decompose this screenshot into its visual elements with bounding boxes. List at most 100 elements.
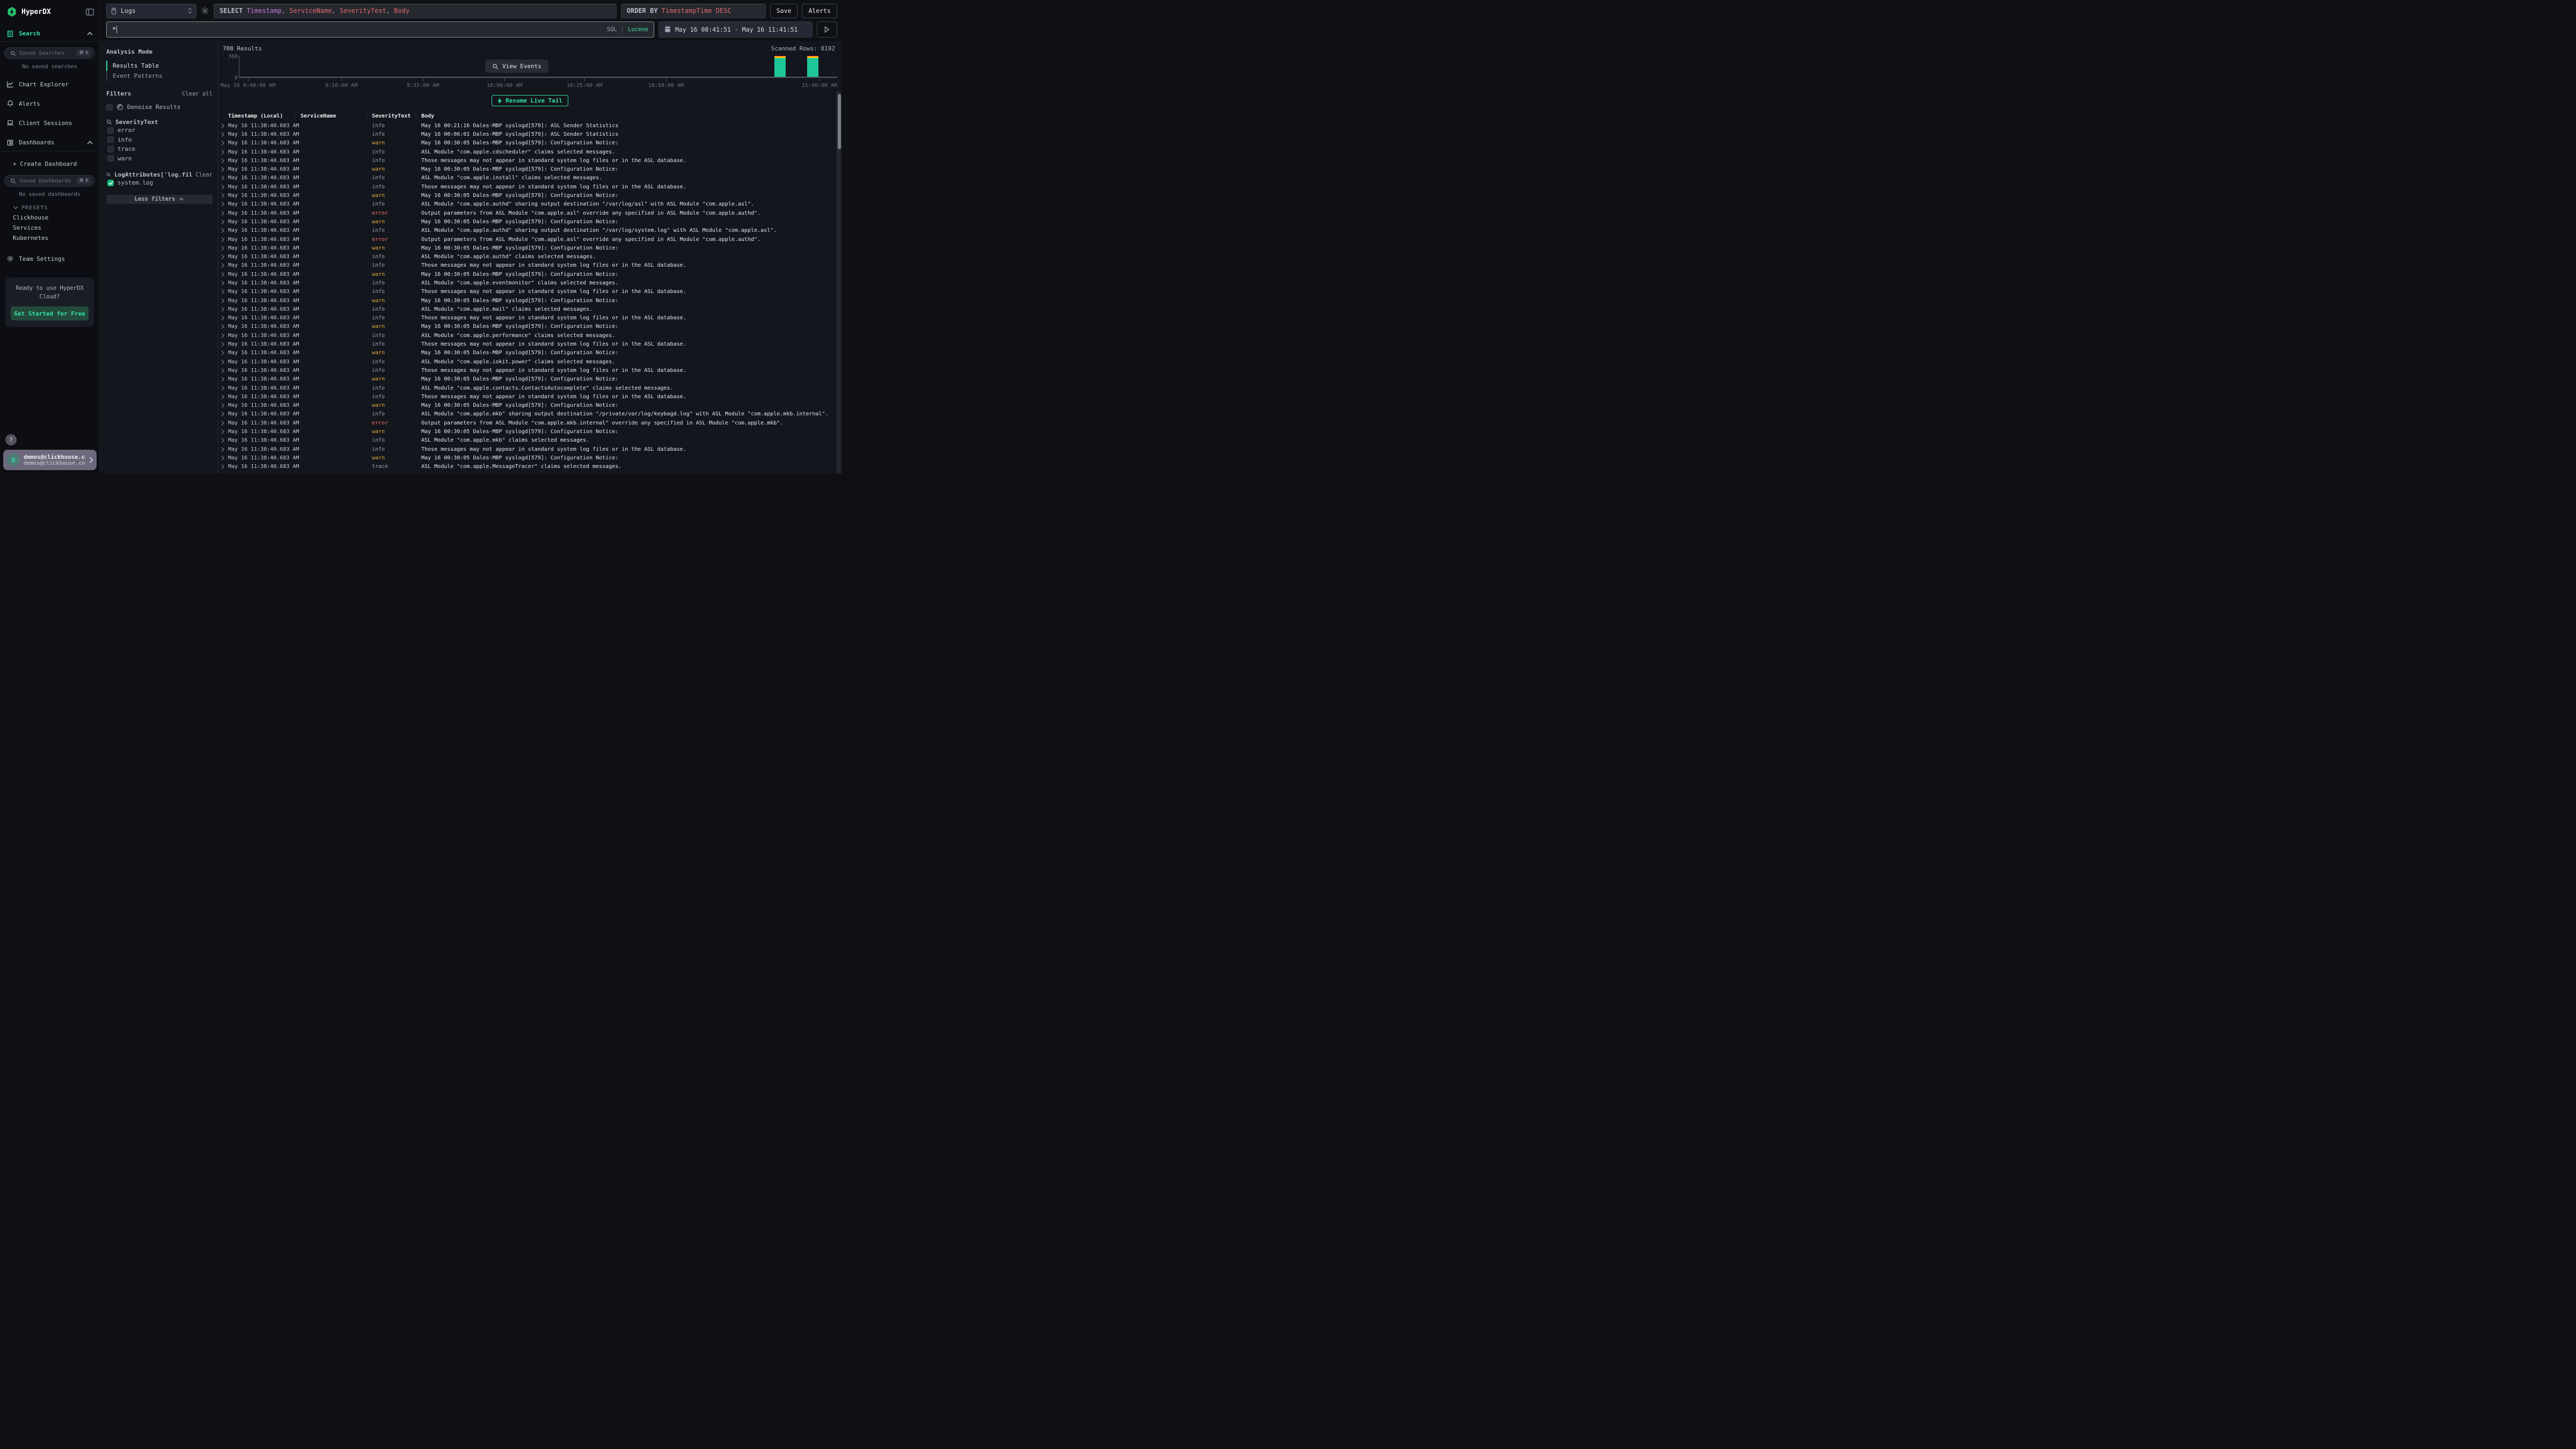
saved-dashboards-input[interactable]: Saved Dashboards ⌘ K bbox=[4, 175, 95, 187]
table-row[interactable]: May 16 11:38:40.683 AM trace ASL Module … bbox=[218, 463, 841, 471]
table-row[interactable]: May 16 11:38:40.683 AM info Those messag… bbox=[218, 261, 841, 270]
expand-row-chevron-icon[interactable] bbox=[218, 316, 228, 320]
table-row[interactable]: May 16 11:38:40.683 AM info ASL Module "… bbox=[218, 384, 841, 392]
expand-row-chevron-icon[interactable] bbox=[218, 132, 228, 137]
table-row[interactable]: May 16 11:38:40.683 AM warn May 16 00:30… bbox=[218, 139, 841, 148]
analysis-mode-tab[interactable]: Event Patterns bbox=[106, 71, 213, 81]
expand-row-chevron-icon[interactable] bbox=[218, 298, 228, 303]
preset-item[interactable]: Services bbox=[0, 223, 99, 233]
table-row[interactable]: May 16 11:38:40.683 AM info ASL Module "… bbox=[218, 331, 841, 340]
expand-row-chevron-icon[interactable] bbox=[218, 193, 228, 198]
table-row[interactable]: May 16 11:38:40.683 AM error Output para… bbox=[218, 235, 841, 244]
filter-checkbox-row[interactable]: error bbox=[106, 126, 213, 135]
table-row[interactable]: May 16 11:38:40.683 AM warn May 16 00:30… bbox=[218, 427, 841, 436]
lucene-mode-toggle[interactable]: Lucene bbox=[628, 26, 648, 33]
vertical-scrollbar[interactable] bbox=[837, 91, 841, 473]
expand-row-chevron-icon[interactable] bbox=[218, 464, 228, 469]
expand-row-chevron-icon[interactable] bbox=[218, 167, 228, 172]
expand-row-chevron-icon[interactable] bbox=[218, 403, 228, 408]
table-row[interactable]: May 16 11:38:40.683 AM info May 16 00:06… bbox=[218, 130, 841, 138]
column-resize-handle[interactable]: ⋮ bbox=[414, 114, 421, 119]
sidebar-item-search[interactable]: Search bbox=[0, 26, 99, 42]
user-account-card[interactable]: D demos@clickhouse.com demos@clickhouse.… bbox=[3, 450, 97, 470]
filter-checkbox-row[interactable]: system.log bbox=[106, 178, 213, 188]
resume-live-tail-button[interactable]: Resume Live Tail bbox=[492, 95, 568, 106]
column-header-severitytext[interactable]: SeverityText ⋮ bbox=[372, 113, 421, 119]
sidebar-item-chart-explorer[interactable]: Chart Explorer bbox=[0, 76, 99, 92]
expand-row-chevron-icon[interactable] bbox=[218, 228, 228, 233]
table-row[interactable]: May 16 11:38:40.683 AM info Those messag… bbox=[218, 156, 841, 165]
table-row[interactable]: May 16 11:38:40.683 AM warn May 16 00:30… bbox=[218, 244, 841, 252]
column-resize-handle[interactable]: ⋮ bbox=[364, 114, 372, 119]
less-filters-button[interactable]: Less filters bbox=[106, 195, 213, 204]
clear-all-link[interactable]: Clear all bbox=[182, 91, 213, 97]
sidebar-item-client-sessions[interactable]: Client Sessions bbox=[0, 115, 99, 131]
table-row[interactable]: May 16 11:38:40.683 AM info ASL Module "… bbox=[218, 357, 841, 366]
expand-row-chevron-icon[interactable] bbox=[218, 386, 228, 391]
date-range-picker[interactable]: May 16 08:41:51 - May 16 11:41:51 bbox=[658, 21, 813, 38]
table-row[interactable]: May 16 11:38:40.683 AM info Those messag… bbox=[218, 445, 841, 453]
source-settings-gear-icon[interactable] bbox=[201, 6, 209, 15]
expand-row-chevron-icon[interactable] bbox=[218, 368, 228, 373]
column-resize-handle[interactable]: ⋮ bbox=[293, 114, 301, 119]
expand-row-chevron-icon[interactable] bbox=[218, 281, 228, 286]
search-query-input[interactable]: * SQL | Lucene bbox=[106, 21, 654, 38]
expand-row-chevron-icon[interactable] bbox=[218, 211, 228, 216]
expand-row-chevron-icon[interactable] bbox=[218, 263, 228, 268]
filter-checkbox-row[interactable]: info bbox=[106, 135, 213, 145]
expand-row-chevron-icon[interactable] bbox=[218, 237, 228, 242]
expand-row-chevron-icon[interactable] bbox=[218, 150, 228, 155]
table-row[interactable]: May 16 11:38:40.683 AM info ASL Module "… bbox=[218, 436, 841, 445]
expand-row-chevron-icon[interactable] bbox=[218, 289, 228, 294]
table-row[interactable]: May 16 11:38:40.683 AM info May 16 00:21… bbox=[218, 121, 841, 130]
alerts-button[interactable]: Alerts bbox=[802, 4, 837, 18]
expand-row-chevron-icon[interactable] bbox=[218, 254, 228, 259]
expand-row-chevron-icon[interactable] bbox=[218, 307, 228, 312]
checkbox[interactable] bbox=[107, 136, 114, 143]
table-row[interactable]: May 16 11:38:40.683 AM info ASL Module "… bbox=[218, 200, 841, 209]
table-row[interactable]: May 16 11:38:40.683 AM error Output para… bbox=[218, 209, 841, 217]
sidebar-item-alerts[interactable]: Alerts bbox=[0, 96, 99, 112]
sidebar-item-team-settings[interactable]: Team Settings bbox=[0, 251, 99, 267]
denoise-checkbox[interactable] bbox=[106, 104, 113, 111]
preset-item[interactable]: Clickhouse bbox=[0, 213, 99, 223]
table-row[interactable]: May 16 11:38:40.683 AM warn May 16 00:30… bbox=[218, 323, 841, 331]
table-row[interactable]: May 16 11:38:40.683 AM warn May 16 00:30… bbox=[218, 217, 841, 226]
table-row[interactable]: May 16 11:38:40.683 AM warn May 16 00:30… bbox=[218, 375, 841, 384]
table-row[interactable]: May 16 11:38:40.683 AM info ASL Module "… bbox=[218, 305, 841, 313]
table-row[interactable]: May 16 11:38:40.683 AM info Those messag… bbox=[218, 366, 841, 375]
table-row[interactable]: May 16 11:38:40.683 AM warn May 16 00:30… bbox=[218, 401, 841, 410]
filter-checkbox-row[interactable]: trace bbox=[106, 144, 213, 154]
select-columns-input[interactable]: SELECT Timestamp, ServiceName, SeverityT… bbox=[214, 4, 617, 18]
table-row[interactable]: May 16 11:38:40.683 AM info Those messag… bbox=[218, 288, 841, 296]
expand-row-chevron-icon[interactable] bbox=[218, 246, 228, 251]
checkbox[interactable] bbox=[107, 127, 114, 134]
expand-row-chevron-icon[interactable] bbox=[218, 324, 228, 329]
table-row[interactable]: May 16 11:38:40.683 AM warn May 16 00:30… bbox=[218, 349, 841, 357]
table-row[interactable]: May 16 11:38:40.683 AM warn May 16 00:30… bbox=[218, 191, 841, 200]
sidebar-collapse-icon[interactable] bbox=[86, 9, 94, 16]
expand-row-chevron-icon[interactable] bbox=[218, 394, 228, 399]
order-by-input[interactable]: ORDER BY TimestampTime DESC bbox=[621, 4, 766, 18]
get-started-button[interactable]: Get Started for Free bbox=[11, 306, 89, 320]
table-row[interactable]: May 16 11:38:40.683 AM info ASL Module "… bbox=[218, 252, 841, 261]
expand-row-chevron-icon[interactable] bbox=[218, 438, 228, 443]
expand-row-chevron-icon[interactable] bbox=[218, 272, 228, 277]
clear-group-link[interactable]: Clear bbox=[195, 172, 213, 178]
source-select[interactable]: Logs bbox=[106, 4, 196, 18]
expand-row-chevron-icon[interactable] bbox=[218, 421, 228, 426]
table-row[interactable]: May 16 11:38:40.683 AM info Those messag… bbox=[218, 182, 841, 191]
help-button[interactable]: ? bbox=[5, 434, 17, 445]
table-row[interactable]: May 16 11:38:40.683 AM warn May 16 00:30… bbox=[218, 270, 841, 279]
expand-row-chevron-icon[interactable] bbox=[218, 175, 228, 180]
view-events-button[interactable]: View Events bbox=[485, 60, 548, 73]
table-row[interactable]: May 16 11:38:40.683 AM info ASL Module "… bbox=[218, 174, 841, 182]
column-header-timestamp[interactable]: Timestamp (Local) ⋮ bbox=[228, 113, 301, 119]
table-row[interactable]: May 16 11:38:40.683 AM warn May 16 00:30… bbox=[218, 296, 841, 305]
expand-row-chevron-icon[interactable] bbox=[218, 202, 228, 207]
expand-row-chevron-icon[interactable] bbox=[218, 342, 228, 347]
sidebar-item-dashboards[interactable]: Dashboards bbox=[0, 134, 99, 151]
search-icon[interactable] bbox=[106, 119, 112, 125]
saved-searches-input[interactable]: Saved Searches ⌘ K bbox=[4, 47, 95, 59]
histogram-bar[interactable] bbox=[807, 56, 818, 77]
